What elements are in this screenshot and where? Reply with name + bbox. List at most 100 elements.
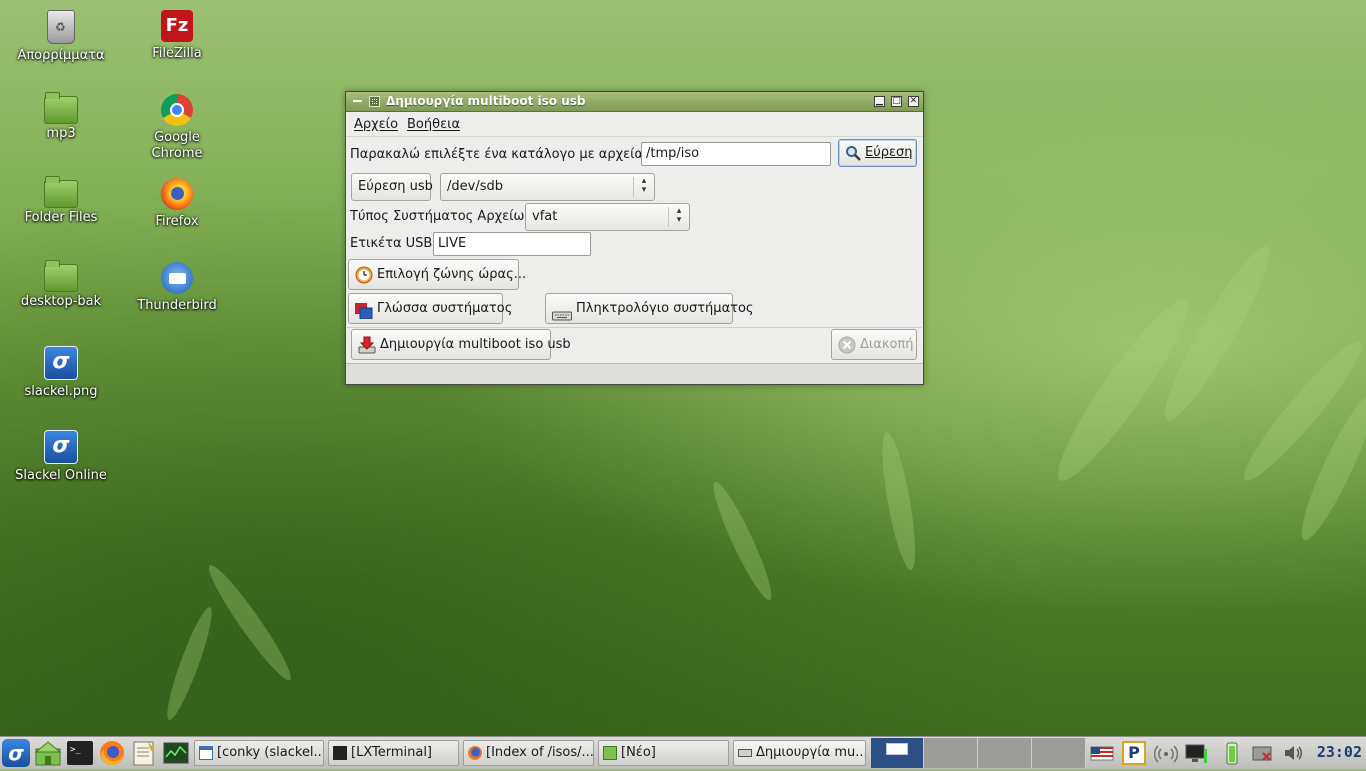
timezone-button-label: Επιλογή ζώνης ώρας...: [377, 267, 527, 282]
usb-device-value: /dev/sdb: [447, 179, 503, 194]
desktop-icon-label: slackel.png: [24, 384, 98, 399]
window-titlebar[interactable]: Δημιουργία multiboot iso usb ▁ □ ✕: [346, 92, 923, 112]
multiboot-window: Δημιουργία multiboot iso usb ▁ □ ✕ Αρχεί…: [345, 91, 924, 385]
volume-icon[interactable]: [1281, 741, 1305, 765]
menu-button-slackel-icon[interactable]: σ: [2, 739, 30, 767]
desktop-icon-thunderbird[interactable]: Thunderbird: [122, 262, 232, 314]
keyboard-icon: [552, 303, 572, 320]
system-monitor-icon[interactable]: [162, 739, 190, 767]
firefox-icon: [468, 746, 482, 760]
wireless-icon[interactable]: [1153, 741, 1179, 765]
filezilla-icon: Fz: [161, 10, 193, 42]
desktop-icon-label: FileZilla: [152, 46, 202, 61]
folder-icon: [44, 176, 78, 208]
maximize-button[interactable]: □: [891, 96, 902, 107]
desktop-icon-label: mp3: [46, 126, 76, 141]
cancel-button-label: Διακοπή: [860, 337, 914, 352]
task-label: [Index of /isos/...: [486, 745, 594, 760]
system-keyboard-label: Πληκτρολόγιο συστήματος: [576, 301, 754, 316]
create-button-label: Δημιουργία multiboot iso usb: [380, 337, 571, 352]
svg-text:>_: >_: [70, 745, 81, 755]
trash-icon: [47, 10, 75, 44]
window-icon: [199, 746, 213, 760]
desktop-icon-label: desktop-bak: [20, 294, 102, 309]
desktop-icon-mp3[interactable]: mp3: [6, 92, 116, 142]
system-language-label: Γλώσσα συστήματος: [377, 301, 513, 316]
desktop-pager-1[interactable]: [871, 738, 924, 768]
system-language-button[interactable]: Γλώσσα συστήματος: [348, 293, 512, 324]
cancel-button[interactable]: Διακοπή: [831, 329, 917, 360]
desktop-icon-folder-files[interactable]: Folder Files: [6, 176, 116, 226]
magnifier-icon: [845, 145, 861, 161]
desktop-icon-label: Folder Files: [24, 210, 98, 225]
desktop-pager-3[interactable]: [978, 738, 1032, 768]
task-new-folder[interactable]: [Νέο]: [598, 740, 729, 766]
p-tray-icon[interactable]: P: [1122, 741, 1146, 765]
desktop-pager-4[interactable]: [1032, 738, 1086, 768]
desktop-icon-label: Απορρίμματα: [17, 48, 105, 63]
network-monitor-icon[interactable]: [1184, 741, 1208, 765]
desktop-icon-label: Firefox: [155, 214, 199, 229]
search-button[interactable]: Εύρεση: [838, 139, 917, 167]
folder-icon: [603, 746, 617, 760]
usb-label-label: Ετικέτα USB:: [350, 236, 437, 251]
task-label: [conky (slackel....: [217, 745, 324, 760]
task-firefox[interactable]: [Index of /isos/...: [463, 740, 594, 766]
iso-path-field[interactable]: /tmp/iso: [641, 142, 831, 166]
taskbar: σ >_ [conky (slackel.... [LXTerminal] [I…: [0, 736, 1366, 769]
desktop-icon-slackel-png[interactable]: σ slackel.png: [6, 346, 116, 400]
desktop-icon-desktop-bak[interactable]: desktop-bak: [6, 260, 116, 310]
updown-arrows-icon: ▴ ▾: [668, 207, 689, 227]
window-app-icon[interactable]: [369, 96, 380, 107]
task-label: [Νέο]: [621, 745, 656, 760]
battery-icon[interactable]: [1220, 741, 1244, 765]
menu-help[interactable]: Βοήθεια: [407, 117, 460, 132]
close-button[interactable]: ✕: [908, 96, 919, 107]
desktop-icon-chrome[interactable]: Google Chrome: [122, 94, 232, 162]
app-icon: [738, 749, 752, 757]
desktop-icon-trash[interactable]: Απορρίμματα: [6, 10, 116, 64]
menu-file[interactable]: Αρχείο: [354, 117, 398, 132]
desktop-icon-firefox[interactable]: Firefox: [122, 178, 232, 230]
window-title: Δημιουργία multiboot iso usb: [386, 94, 586, 108]
find-usb-button[interactable]: Εύρεση usb: [351, 173, 433, 201]
firefox-icon: [161, 178, 193, 210]
task-label: [LXTerminal]: [351, 745, 433, 760]
fs-type-select[interactable]: vfat ▴ ▾: [525, 203, 690, 231]
text-editor-icon[interactable]: [130, 739, 158, 767]
download-arrow-icon: [358, 336, 376, 354]
folder-icon: [44, 92, 78, 124]
usb-device-select[interactable]: /dev/sdb ▴ ▾: [440, 173, 655, 201]
usb-label-field[interactable]: LIVE: [433, 232, 591, 256]
search-button-label: Εύρεση: [865, 145, 913, 160]
network-disconnected-icon[interactable]: [1250, 741, 1274, 765]
task-multiboot[interactable]: Δημιουργία mu...: [733, 740, 866, 766]
timezone-button[interactable]: Επιλογή ζώνης ώρας...: [348, 259, 526, 290]
chrome-icon: [161, 94, 193, 126]
create-multiboot-button[interactable]: Δημιουργία multiboot iso usb: [351, 329, 571, 360]
us-flag-icon[interactable]: [1090, 741, 1114, 765]
iso-prompt-label: Παρακαλώ επιλέξτε ένα κατάλογο με αρχεία…: [350, 147, 670, 162]
terminal-icon[interactable]: >_: [66, 739, 94, 767]
updown-arrows-icon: ▴ ▾: [633, 177, 654, 197]
cancel-icon: [838, 336, 856, 354]
task-lxterminal[interactable]: [LXTerminal]: [328, 740, 459, 766]
desktop-icon-label: Slackel Online: [15, 468, 107, 483]
firefox-launcher-icon[interactable]: [98, 739, 126, 767]
desktop-pager-2[interactable]: [924, 738, 978, 768]
desktop-icon-label: Google Chrome: [151, 130, 203, 161]
task-label: Δημιουργία mu...: [756, 745, 866, 760]
system-keyboard-button[interactable]: Πληκτρολόγιο συστήματος: [545, 293, 754, 324]
window-menu-icon[interactable]: [352, 96, 363, 105]
desktop-icon-slackel-online[interactable]: σ Slackel Online: [6, 430, 116, 484]
task-conky[interactable]: [conky (slackel....: [194, 740, 324, 766]
home-folder-icon[interactable]: [34, 739, 62, 767]
clock[interactable]: 23:02: [1317, 743, 1362, 761]
menubar: Αρχείο Βοήθεια: [346, 112, 923, 137]
clock-icon: [355, 266, 373, 284]
folder-icon: [44, 260, 78, 292]
thunderbird-icon: [161, 262, 193, 294]
minimize-button[interactable]: ▁: [874, 96, 885, 107]
desktop-icon-filezilla[interactable]: Fz FileZilla: [122, 10, 232, 62]
language-flag-icon: [355, 301, 373, 319]
